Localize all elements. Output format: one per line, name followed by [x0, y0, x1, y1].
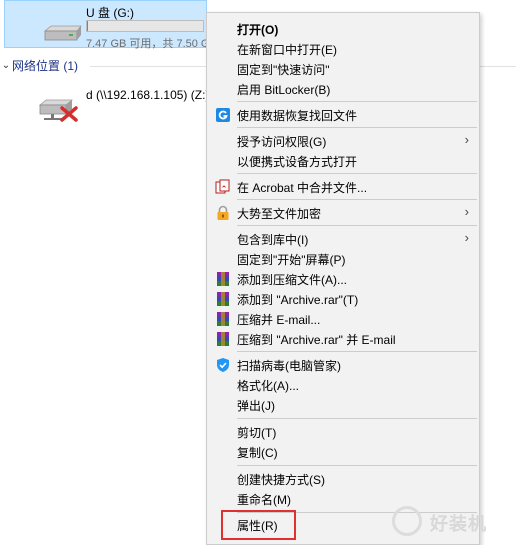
drive-name: U 盘 (G:) — [86, 6, 134, 20]
properties-highlight-box — [221, 510, 296, 540]
recovery-icon — [215, 107, 231, 123]
usb-drive-icon — [43, 23, 83, 46]
winrar-icon — [215, 271, 231, 287]
chevron-right-icon: › — [464, 132, 469, 147]
winrar-icon — [215, 311, 231, 327]
menu-item-compress-rar-email[interactable]: 压缩到 "Archive.rar" 并 E-mail — [207, 329, 479, 349]
menu-item-add-to-archive-rar[interactable]: 添加到 "Archive.rar"(T) — [207, 289, 479, 309]
menu-item-file-encrypt[interactable]: 大势至文件加密 › — [207, 203, 479, 223]
menu-item-open[interactable]: 打开(O) — [207, 19, 479, 39]
menu-item-scan-virus[interactable]: 扫描病毒(电脑管家) — [207, 355, 479, 375]
menu-item-grant-access[interactable]: 授予访问权限(G) › — [207, 131, 479, 151]
menu-item-format[interactable]: 格式化(A)... — [207, 375, 479, 395]
drive-usage-fill — [87, 21, 89, 31]
menu-separator — [237, 225, 477, 226]
menu-separator — [237, 101, 477, 102]
watermark-logo-icon — [392, 506, 422, 536]
menu-item-compress-email[interactable]: 压缩并 E-mail... — [207, 309, 479, 329]
menu-item-pin-to-start[interactable]: 固定到"开始"屏幕(P) — [207, 249, 479, 269]
drive-usage-bar — [86, 20, 204, 32]
lock-icon — [215, 205, 231, 221]
menu-item-data-recovery[interactable]: 使用数据恢复找回文件 — [207, 105, 479, 125]
network-locations-label: 网络位置 (1) — [12, 59, 79, 73]
menu-item-include-in-library[interactable]: 包含到库中(I) › — [207, 229, 479, 249]
menu-item-cut[interactable]: 剪切(T) — [207, 422, 479, 442]
menu-separator — [237, 127, 477, 128]
menu-separator — [237, 465, 477, 466]
menu-item-acrobat-combine[interactable]: 在 Acrobat 中合并文件... — [207, 177, 479, 197]
menu-separator — [237, 351, 477, 352]
site-watermark: 好装机 — [392, 502, 512, 542]
menu-item-add-to-archive[interactable]: 添加到压缩文件(A)... — [207, 269, 479, 289]
menu-item-pin-quick-access[interactable]: 固定到"快速访问" — [207, 59, 479, 79]
menu-item-open-new-window[interactable]: 在新窗口中打开(E) — [207, 39, 479, 59]
shield-icon — [215, 357, 231, 373]
network-locations-header[interactable]: ⌄ 网络位置 (1) — [0, 57, 78, 74]
menu-item-create-shortcut[interactable]: 创建快捷方式(S) — [207, 469, 479, 489]
menu-item-copy[interactable]: 复制(C) — [207, 442, 479, 462]
drive-capacity-text: 7.47 GB 可用，共 7.50 GB — [86, 38, 217, 50]
network-drive-disconnected-icon[interactable] — [38, 96, 80, 125]
menu-separator — [237, 418, 477, 419]
chevron-right-icon: › — [464, 230, 469, 245]
context-menu: 打开(O) 在新窗口中打开(E) 固定到"快速访问" 启用 BitLocker(… — [206, 12, 480, 545]
chevron-right-icon: › — [464, 204, 469, 219]
menu-item-eject[interactable]: 弹出(J) — [207, 395, 479, 415]
menu-separator — [237, 199, 477, 200]
acrobat-icon — [215, 179, 231, 195]
network-drive-label[interactable]: d (\\192.168.1.105) (Z:) — [86, 88, 209, 102]
menu-item-enable-bitlocker[interactable]: 启用 BitLocker(B) — [207, 79, 479, 99]
menu-item-open-as-portable[interactable]: 以便携式设备方式打开 — [207, 151, 479, 171]
winrar-icon — [215, 291, 231, 307]
winrar-icon — [215, 331, 231, 347]
menu-separator — [237, 173, 477, 174]
chevron-down-icon[interactable]: ⌄ — [0, 60, 12, 71]
